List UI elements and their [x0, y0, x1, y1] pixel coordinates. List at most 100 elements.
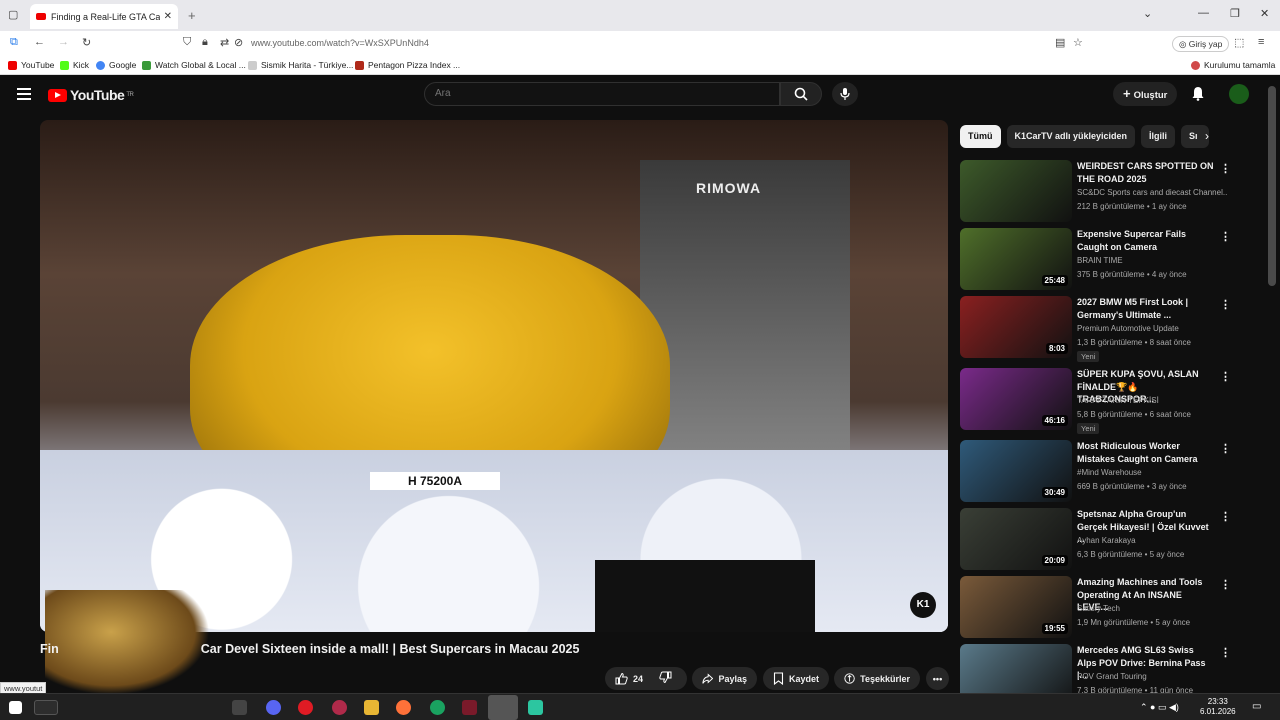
url-field[interactable]: www.youtube.com/watch?v=WxSXPUnNdh4	[251, 38, 429, 48]
dislike-button[interactable]	[659, 671, 677, 686]
new-tab-icon[interactable]: +	[188, 8, 196, 23]
related-video-title[interactable]: 2027 BMW M5 First Look | Germany's Ultim…	[1077, 296, 1215, 321]
reload-icon[interactable]: ↻	[82, 36, 91, 49]
page-scrollbar[interactable]	[1268, 86, 1276, 286]
more-vertical-icon[interactable]: ⋮	[1220, 442, 1231, 455]
bookmark-watch-global[interactable]: Watch Global & Local ...	[142, 60, 246, 70]
related-video-channel[interactable]: POV Grand Touring	[1077, 672, 1227, 681]
chip-from-uploader[interactable]: K1CarTV adlı yükleyiciden	[1006, 125, 1136, 148]
tab-close-icon[interactable]: ✕	[164, 11, 172, 22]
save-button[interactable]: Kaydet	[763, 667, 829, 690]
more-vertical-icon[interactable]: ⋮	[1220, 162, 1231, 175]
taskbar-search-icon[interactable]	[34, 700, 58, 715]
more-vertical-icon[interactable]: ⋮	[1220, 298, 1231, 311]
related-video-channel[interactable]: TARAFTARIN TEPKİSİ	[1077, 396, 1227, 405]
app-menu-icon[interactable]: ≡	[1258, 36, 1264, 48]
chip-all[interactable]: Tümü	[960, 125, 1001, 148]
related-video-item[interactable]: 19:55 Amazing Machines and Tools Operatin…	[960, 576, 1231, 638]
bookmark-kick[interactable]: Kick	[60, 60, 89, 70]
close-window-icon[interactable]: ✕	[1260, 7, 1269, 20]
related-video-channel[interactable]: Ayhan Karakaya	[1077, 536, 1227, 545]
channel-watermark[interactable]: K1	[910, 592, 936, 618]
chevron-right-icon[interactable]: ›	[1205, 129, 1209, 143]
share-button[interactable]: Paylaş	[692, 667, 757, 690]
more-vertical-icon[interactable]: ⋮	[1220, 578, 1231, 591]
search-input[interactable]	[435, 88, 779, 99]
app-icon[interactable]	[528, 700, 543, 715]
search-button[interactable]	[780, 82, 822, 106]
related-video-item[interactable]: 8:03 2027 BMW M5 First Look | Germany's U…	[960, 296, 1231, 362]
related-video-channel[interactable]: Premium Automotive Update	[1077, 324, 1227, 333]
more-vertical-icon[interactable]: ⋮	[1220, 510, 1231, 523]
chip-related[interactable]: İlgili	[1141, 125, 1176, 148]
chat-app-icon[interactable]	[430, 700, 445, 715]
task-view-icon[interactable]	[232, 700, 247, 715]
video-thumbnail[interactable]: 8:03	[960, 296, 1072, 358]
search-box[interactable]	[424, 82, 780, 106]
related-video-channel[interactable]: BRAIN TIME	[1077, 256, 1227, 265]
more-vertical-icon[interactable]: ⋮	[1220, 230, 1231, 243]
tab-list-chevron-icon[interactable]: ⌄	[1143, 7, 1152, 20]
create-button[interactable]: + Oluştur	[1113, 82, 1178, 106]
tab-menu-icon[interactable]: ▢	[8, 8, 18, 21]
windows-start-icon[interactable]	[9, 701, 22, 714]
browser-tab-active[interactable]: Finding a Real-Life GTA Car Devi ✕	[30, 4, 178, 29]
hamburger-menu-icon[interactable]	[17, 88, 31, 100]
video-thumbnail[interactable]: 20:09	[960, 508, 1072, 570]
sidebar-toggle-icon[interactable]: ⧉	[10, 36, 18, 49]
bookmark-pentagon-pizza[interactable]: Pentagon Pizza Index ...	[355, 60, 460, 70]
bookmark-star-icon[interactable]: ☆	[1073, 36, 1083, 49]
video-thumbnail[interactable]: 46:16	[960, 368, 1072, 430]
notifications-icon[interactable]: ▭	[1252, 701, 1261, 712]
like-button[interactable]: 24	[615, 672, 643, 685]
file-explorer-icon[interactable]	[364, 700, 379, 715]
maximize-icon[interactable]: ❐	[1230, 7, 1240, 20]
firefox-active-icon[interactable]	[488, 695, 518, 720]
related-video-channel[interactable]: #Mind Warehouse	[1077, 468, 1227, 477]
related-video-item[interactable]: 20:09 Spetsnaz Alpha Group'un Gerçek Hika…	[960, 508, 1231, 570]
login-button[interactable]: ◎ Giriş yap	[1172, 36, 1230, 52]
voice-search-button[interactable]	[832, 82, 858, 106]
system-clock[interactable]: 23:33 6.01.2026	[1200, 697, 1236, 717]
more-vertical-icon[interactable]: ⋮	[1220, 370, 1231, 383]
forward-icon[interactable]: →	[58, 36, 69, 48]
tray-icons[interactable]: ⌃ ● ▭ ◀)	[1140, 702, 1179, 713]
related-video-title[interactable]: WEIRDEST CARS SPOTTED ON THE ROAD 2025	[1077, 160, 1215, 185]
related-video-item[interactable]: 46:16 SÜPER KUPA ŞOVU, ASLAN FİNALDE🏆🔥 TR…	[960, 368, 1231, 434]
related-video-channel[interactable]: Satisfy Tech	[1077, 604, 1227, 613]
related-video-title[interactable]: Most Ridiculous Worker Mistakes Caught o…	[1077, 440, 1215, 465]
bookmark-youtube[interactable]: YouTube	[8, 60, 54, 70]
related-video-item[interactable]: WEIRDEST CARS SPOTTED ON THE ROAD 2025 SC…	[960, 160, 1231, 222]
back-icon[interactable]: ←	[34, 36, 45, 48]
related-video-item[interactable]: 25:48 Expensive Supercar Fails Caught on …	[960, 228, 1231, 290]
youtube-logo[interactable]: YouTube TR	[48, 87, 134, 103]
minimize-icon[interactable]: —	[1198, 7, 1209, 19]
more-actions-button[interactable]: •••	[926, 667, 949, 690]
video-thumbnail[interactable]	[960, 160, 1072, 222]
notifications-bell-icon[interactable]	[1191, 86, 1205, 101]
permissions-icon[interactable]: ⇄	[220, 36, 229, 49]
video-thumbnail[interactable]: 19:55	[960, 576, 1072, 638]
no-tracking-icon[interactable]: ⊘	[234, 36, 243, 49]
reader-view-icon[interactable]: ▤	[1055, 36, 1065, 49]
thanks-button[interactable]: Teşekkürler	[834, 667, 920, 690]
discord-icon[interactable]	[266, 700, 281, 715]
game-launcher-icon[interactable]	[462, 700, 477, 715]
video-thumbnail[interactable]: 30:49	[960, 440, 1072, 502]
more-vertical-icon[interactable]: ⋮	[1220, 646, 1231, 659]
opera-gx-icon[interactable]	[332, 700, 347, 715]
firefox-icon[interactable]	[396, 700, 411, 715]
bookmark-sismik[interactable]: Sismik Harita - Türkiye...	[248, 60, 353, 70]
extensions-icon[interactable]: ⬚	[1234, 36, 1244, 49]
bookmark-google[interactable]: Google	[96, 60, 136, 70]
related-video-item[interactable]: 30:49 Most Ridiculous Worker Mistakes Cau…	[960, 440, 1231, 502]
related-video-channel[interactable]: SC&DC Sports cars and diecast Channel...	[1077, 188, 1227, 197]
related-video-title[interactable]: Expensive Supercar Fails Caught on Camer…	[1077, 228, 1215, 253]
lock-icon[interactable]: 🔒︎	[202, 36, 208, 49]
avatar[interactable]	[1229, 84, 1249, 104]
opera-icon[interactable]	[298, 700, 313, 715]
bookmark-setup[interactable]: Kurulumu tamamla	[1191, 60, 1275, 70]
shield-icon[interactable]: ⛉	[183, 36, 191, 49]
video-player[interactable]: RIMOWA H 75200A K1	[40, 120, 948, 632]
video-thumbnail[interactable]: 25:48	[960, 228, 1072, 290]
